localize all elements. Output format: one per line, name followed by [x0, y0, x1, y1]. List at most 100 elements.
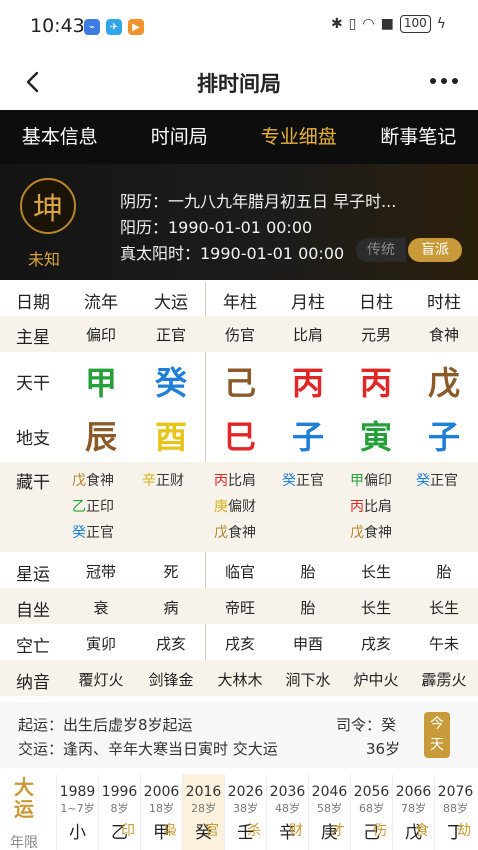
hidden-stem-god: 正印 — [86, 499, 114, 515]
dayun-pillar: 己伤 — [351, 818, 392, 843]
star-fortune-value: 临官 — [224, 563, 255, 581]
dayun-pillar: 庚才 — [309, 818, 350, 843]
nayin-value: 剑锋金 — [148, 671, 194, 689]
alert-icon: ■ — [380, 16, 394, 32]
dayun-column[interactable]: 2076 88岁丁劫 — [434, 774, 476, 850]
col-day-pillar: 日柱 — [359, 293, 393, 313]
dayun-column[interactable]: 2026 38岁壬杀 — [224, 774, 266, 850]
hidden-stem-item: 庚偏财 — [214, 496, 256, 516]
dayun-column[interactable]: 1996 8岁乙印 — [98, 774, 140, 850]
hidden-stem-char: 戊 — [350, 525, 364, 541]
dayun-column[interactable]: 2006 18岁甲枭 — [140, 774, 182, 850]
dayun-year: 2036 — [269, 784, 306, 800]
main-star-value: 元男 — [360, 326, 391, 344]
dayun-age: 1~7岁 — [60, 802, 95, 815]
hidden-stem-char: 辛 — [142, 473, 156, 489]
more-options-icon[interactable] — [430, 78, 458, 84]
hidden-stem-char: 癸 — [282, 473, 296, 489]
heavenly-stem-char: 丙 — [291, 364, 324, 402]
hidden-stem-item: 丙比肩 — [214, 470, 256, 490]
hidden-stem-item: 丙比肩 — [350, 496, 392, 516]
true-solar-time: 真太阳时：1990-01-01 00:00 — [120, 244, 345, 263]
hidden-stem-char: 癸 — [72, 525, 86, 541]
dayun-age: 78岁 — [401, 802, 426, 815]
dayun-column[interactable]: 2016 28岁癸官 — [182, 774, 224, 850]
lunar-date: 阴历：一九八九年腊月初五日 早子时... — [120, 192, 397, 211]
gender-status: 未知 — [28, 250, 61, 269]
dayun-pillar: 戊食 — [393, 818, 434, 843]
heavenly-stem-label: 天干 — [16, 374, 50, 394]
dayun-year: 2016 — [185, 784, 222, 800]
self-seat-value: 长生 — [360, 599, 391, 617]
col-liunian: 流年 — [84, 293, 118, 313]
dayun-star: 财 — [289, 823, 303, 839]
tab-time-chart[interactable]: 时间局 — [120, 110, 240, 164]
dayun-label-bottom: 运 — [14, 797, 34, 821]
earthly-branch-label: 地支 — [16, 429, 50, 449]
col-year-pillar: 年柱 — [223, 293, 257, 313]
void-value: 寅卯 — [85, 635, 116, 653]
dayun-pillar: 甲枭 — [141, 818, 182, 843]
dayun-column[interactable]: 2046 58岁庚才 — [308, 774, 350, 850]
main-star-value: 偏印 — [85, 326, 116, 344]
star-fortune-label: 星运 — [16, 565, 50, 585]
void-value: 戌亥 — [360, 635, 391, 653]
nayin-label: 纳音 — [16, 673, 50, 693]
nayin-value: 霹雳火 — [421, 671, 467, 689]
hidden-stem-item: 甲偏印 — [350, 470, 392, 490]
dayun-column[interactable]: 2066 78岁戊食 — [392, 774, 434, 850]
dayun-column[interactable]: 1989 1~7岁小 — [56, 774, 98, 850]
hidden-stem-char: 戊 — [72, 473, 86, 489]
hidden-stem-char: 丙 — [214, 473, 228, 489]
dayun-column[interactable]: 2056 68岁己伤 — [350, 774, 392, 850]
hidden-stem-char: 戊 — [214, 525, 228, 541]
notification-icons: ⌁ ✈ ▶ — [84, 19, 144, 35]
hidden-stem-god: 偏财 — [228, 499, 256, 515]
charging-icon: ϟ — [436, 16, 446, 32]
hidden-stem-label: 藏干 — [16, 473, 50, 493]
earthly-branch-char: 子 — [291, 418, 324, 456]
main-star-value: 正官 — [155, 326, 186, 344]
traditional-toggle-button[interactable]: 传统 — [356, 238, 406, 262]
nayin-row: 纳音 覆灯火 剑锋金 大林木 涧下水 炉中火 霹雳火 — [0, 660, 478, 696]
dayun-year: 2046 — [311, 784, 348, 800]
dayun-age: 28岁 — [191, 802, 216, 815]
dayun-pillar: 壬杀 — [225, 818, 266, 843]
void-value: 午未 — [428, 635, 459, 653]
hidden-stem-item: 戊食神 — [350, 522, 392, 542]
dayun-year: 2066 — [395, 784, 432, 800]
date-label: 日期 — [16, 293, 50, 313]
main-star-label: 主星 — [16, 328, 50, 348]
star-fortune-row: 星运 冠带 死 临官 胎 长生 胎 — [0, 552, 478, 588]
dayun-year: 2026 — [227, 784, 264, 800]
dayun-strip: 大 运 年限 1989 1~7岁小 1996 8岁乙印 2006 18岁甲枭 2016 28岁… — [0, 774, 478, 850]
hidden-stem-god: 食神 — [228, 525, 256, 541]
hidden-stem-char: 癸 — [416, 473, 430, 489]
dayun-column[interactable]: 2036 48岁辛财 — [266, 774, 308, 850]
main-star-value: 伤官 — [224, 326, 255, 344]
void-value: 戌亥 — [224, 635, 255, 653]
hidden-stem-god: 正官 — [296, 473, 324, 489]
header-row: 日期 流年 大运 年柱 月柱 日柱 时柱 — [0, 282, 478, 316]
star-fortune-value: 冠带 — [85, 563, 116, 581]
main-star-value: 比肩 — [292, 326, 323, 344]
tab-bar: 基本信息 时间局 专业细盘 断事笔记 — [0, 110, 478, 164]
dayun-label: 大 运 — [14, 776, 34, 820]
solar-date: 阳历：1990-01-01 00:00 — [120, 218, 313, 237]
tab-basic-info[interactable]: 基本信息 — [0, 110, 120, 164]
earthly-branch-char: 子 — [427, 418, 460, 456]
tab-notes[interactable]: 断事笔记 — [359, 110, 478, 164]
earthly-branch-char: 寅 — [359, 418, 392, 456]
today-button[interactable]: 今天 — [424, 712, 450, 758]
self-seat-value: 病 — [163, 599, 179, 617]
dayun-age: 18岁 — [149, 802, 174, 815]
dayun-pillar: 丁劫 — [435, 818, 476, 843]
dayun-star: 伤 — [373, 823, 387, 839]
dayun-age: 88岁 — [443, 802, 468, 815]
dayun-age: 68岁 — [359, 802, 384, 815]
dayun-age: 38岁 — [233, 802, 258, 815]
tab-professional-detail[interactable]: 专业细盘 — [239, 110, 359, 164]
blind-school-toggle-button[interactable]: 盲派 — [408, 238, 462, 262]
col-dayun: 大运 — [154, 293, 188, 313]
commander-text: 司令：癸 — [336, 716, 397, 734]
